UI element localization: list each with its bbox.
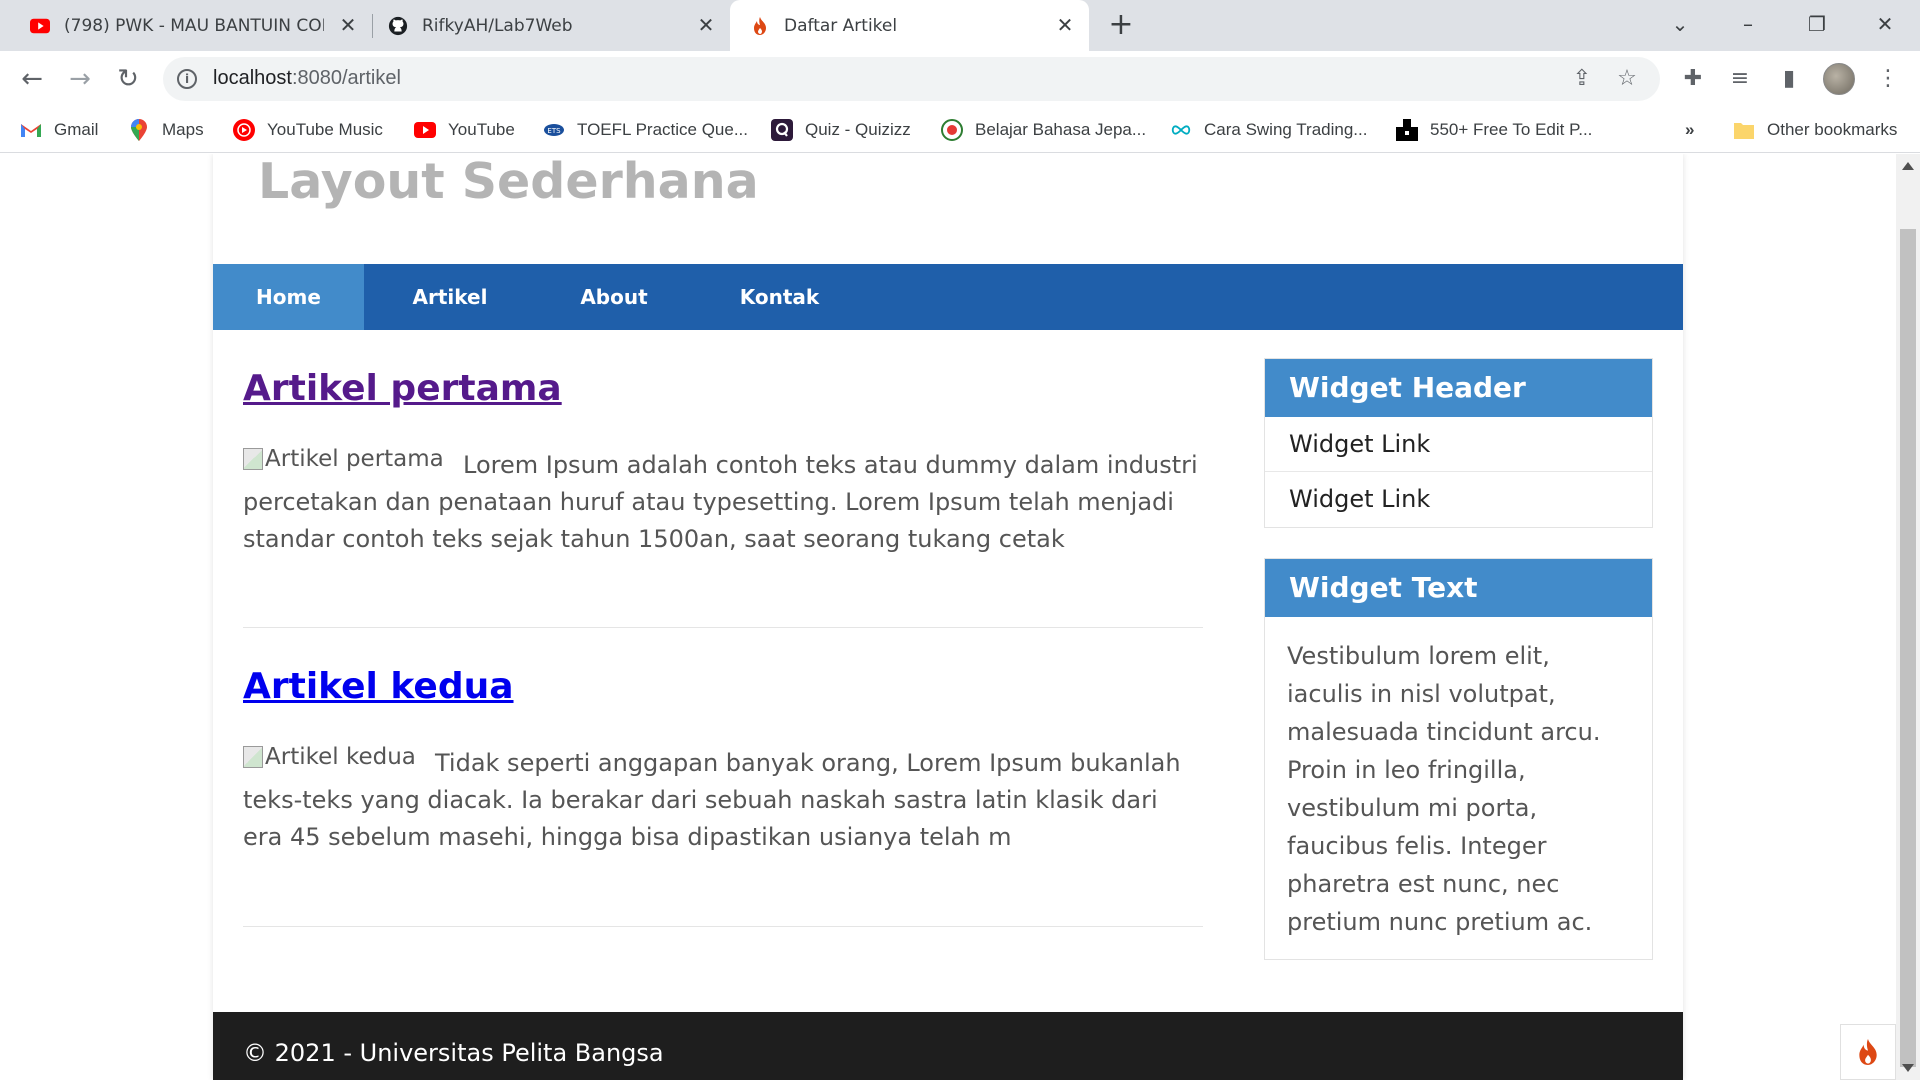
extensions-puzzle-icon[interactable]: ✚ <box>1675 61 1711 97</box>
bookmark-label: Cara Swing Trading... <box>1204 120 1368 139</box>
github-icon <box>388 16 408 36</box>
bookmark-label: YouTube <box>448 120 515 139</box>
bookmark-picsart[interactable]: 550+ Free To Edit P... <box>1396 107 1592 153</box>
url-path: :8080/artikel <box>291 67 401 89</box>
menu-kebab-icon[interactable]: ⋮ <box>1870 61 1906 97</box>
widget-text-title: Widget Text <box>1265 559 1652 617</box>
url-host: localhost <box>213 67 292 89</box>
widget-header-title: Widget Header <box>1265 359 1652 417</box>
new-tab-button[interactable]: + <box>1105 10 1137 42</box>
article-excerpt: Lorem Ipsum adalah contoh teks atau dumm… <box>243 451 1198 553</box>
article-item: Artikel kedua Artikel kedua Tidak sepert… <box>243 628 1203 927</box>
tab-daftar-artikel[interactable]: Daftar Artikel ✕ <box>730 0 1089 51</box>
bookmarks-overflow-button[interactable]: » <box>1685 107 1694 153</box>
article-title: Artikel pertama <box>243 368 562 409</box>
maps-pin-icon <box>128 119 150 141</box>
main-nav: Home Artikel About Kontak <box>213 264 1683 330</box>
reload-button[interactable]: ↻ <box>110 61 146 97</box>
address-url[interactable]: localhost:8080/artikel <box>213 67 401 90</box>
bookmark-label: 550+ Free To Edit P... <box>1430 120 1593 139</box>
share-icon[interactable]: ⇪ <box>1568 65 1596 93</box>
media-control-icon[interactable]: ≡ <box>1722 61 1758 97</box>
close-tab-icon[interactable]: ✕ <box>1053 13 1077 37</box>
close-tab-icon[interactable]: ✕ <box>336 13 360 37</box>
site-header: Layout Sederhana <box>213 154 1683 264</box>
quizizz-icon <box>771 119 793 141</box>
widget-links: Widget Header Widget Link Widget Link <box>1264 358 1653 528</box>
scroll-up-arrow-icon[interactable] <box>1902 162 1914 170</box>
bookmark-gmail[interactable]: Gmail <box>20 107 98 153</box>
youtube-music-icon <box>233 119 255 141</box>
bookmark-label: TOEFL Practice Que... <box>577 120 749 139</box>
minimize-button[interactable]: – <box>1728 8 1768 40</box>
close-tab-icon[interactable]: ✕ <box>694 13 718 37</box>
forward-button[interactable]: → <box>62 61 98 97</box>
nav-kontak[interactable]: Kontak <box>692 264 867 330</box>
article-title-link[interactable]: Artikel pertama <box>243 368 562 409</box>
ets-icon: ETS <box>543 119 565 141</box>
nav-home[interactable]: Home <box>213 264 364 330</box>
tab-github[interactable]: RifkyAH/Lab7Web ✕ <box>372 0 730 51</box>
codeigniter-flame-icon <box>1859 1039 1877 1065</box>
side-panel-icon[interactable]: ▮ <box>1771 61 1807 97</box>
bookmark-label: Gmail <box>54 120 99 139</box>
gmail-icon <box>20 119 42 141</box>
page-scrollbar[interactable] <box>1896 154 1920 1080</box>
browser-toolbar: ← → ↻ i localhost:8080/artikel ⇪ ☆ ✚ ≡ ▮… <box>0 51 1920 107</box>
bookmark-swing-trading[interactable]: Cara Swing Trading... <box>1170 107 1367 153</box>
article-item: Artikel pertama Artikel pertama Lorem Ip… <box>243 330 1203 628</box>
bookmark-label: Other bookmarks <box>1767 120 1898 139</box>
infinity-icon <box>1170 119 1192 141</box>
youtube-icon <box>414 119 436 141</box>
picsart-icon <box>1396 119 1418 141</box>
back-button[interactable]: ← <box>14 61 50 97</box>
bookmark-label: YouTube Music <box>267 120 383 139</box>
nav-about[interactable]: About <box>536 264 692 330</box>
bookmark-toefl[interactable]: ETS TOEFL Practice Que... <box>543 107 748 153</box>
bookmark-maps[interactable]: Maps <box>128 107 204 153</box>
tab-title: (798) PWK - MAU BANTUIN COM <box>64 15 324 36</box>
article-title-link[interactable]: Artikel kedua <box>243 666 514 707</box>
widget-text-body: Vestibulum lorem elit, iaculis in nisl v… <box>1287 642 1601 936</box>
footer-copyright: © 2021 - Universitas Pelita Bangsa <box>243 1039 664 1067</box>
tab-youtube[interactable]: (798) PWK - MAU BANTUIN COM ✕ <box>14 0 372 51</box>
widget-link[interactable]: Widget Link <box>1265 417 1652 472</box>
tab-search-chevron-icon[interactable]: ⌄ <box>1660 8 1700 40</box>
bookmark-youtube-music[interactable]: YouTube Music <box>233 107 383 153</box>
bookmark-label: Belajar Bahasa Jepa... <box>975 120 1147 139</box>
site-title: Layout Sederhana <box>258 154 759 210</box>
svg-text:ETS: ETS <box>547 127 561 135</box>
browser-tab-bar: (798) PWK - MAU BANTUIN COM ✕ RifkyAH/La… <box>0 0 1920 51</box>
profile-avatar[interactable] <box>1823 63 1855 95</box>
bookmark-label: Quiz - Quizizz <box>805 120 911 139</box>
widget-link[interactable]: Widget Link <box>1265 472 1652 527</box>
site-container: Layout Sederhana Home Artikel About Kont… <box>213 154 1683 1080</box>
widget-text: Widget Text Vestibulum lorem elit, iacul… <box>1264 558 1653 960</box>
bookmark-quizizz[interactable]: Quiz - Quizizz <box>771 107 911 153</box>
close-window-button[interactable]: ✕ <box>1865 8 1905 40</box>
address-bar[interactable]: i localhost:8080/artikel ⇪ ☆ <box>163 57 1660 101</box>
youtube-icon <box>30 16 50 36</box>
scroll-down-arrow-icon[interactable] <box>1902 1064 1914 1072</box>
bookmark-label: Maps <box>162 120 204 139</box>
bookmark-youtube[interactable]: YouTube <box>414 107 515 153</box>
article-title: Artikel kedua <box>243 666 514 707</box>
tab-title: Daftar Artikel <box>784 15 898 36</box>
site-info-icon[interactable]: i <box>177 69 197 89</box>
bookmarks-bar: Gmail Maps YouTube Music YouTube ETS TOE… <box>0 107 1920 153</box>
bookmark-other[interactable]: Other bookmarks <box>1733 107 1897 153</box>
tab-title: RifkyAH/Lab7Web <box>422 15 573 36</box>
language-icon <box>941 119 963 141</box>
restore-button[interactable]: ❐ <box>1797 8 1837 40</box>
bookmark-bahasa-jepang[interactable]: Belajar Bahasa Jepa... <box>941 107 1146 153</box>
folder-icon <box>1733 119 1755 141</box>
nav-artikel[interactable]: Artikel <box>364 264 536 330</box>
page-viewport: Layout Sederhana Home Artikel About Kont… <box>0 154 1896 1080</box>
codeigniter-flame-icon <box>750 16 770 36</box>
site-footer: © 2021 - Universitas Pelita Bangsa <box>213 1012 1683 1080</box>
bookmark-star-icon[interactable]: ☆ <box>1613 65 1641 93</box>
article-excerpt: Tidak seperti anggapan banyak orang, Lor… <box>243 749 1181 851</box>
debug-toolbar-toggle[interactable] <box>1840 1024 1896 1080</box>
scrollbar-thumb[interactable] <box>1900 229 1916 1067</box>
